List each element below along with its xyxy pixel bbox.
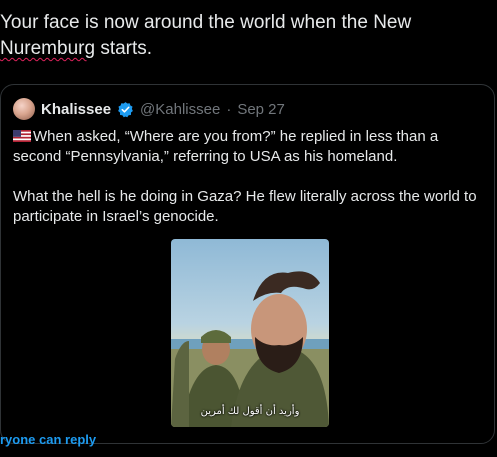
video-thumbnail[interactable]: وأريد أن أقول لك أمرين: [171, 239, 329, 427]
quoted-post-text: When asked, “Where are you from?” he rep…: [13, 127, 483, 227]
author-name[interactable]: Khalissee: [41, 101, 111, 118]
compose-line-2-rest: starts.: [95, 38, 153, 59]
quoted-post-card[interactable]: Khalissee @Kahlissee · Sep 27 When asked…: [0, 84, 495, 444]
misspelled-word[interactable]: Nuremburg: [0, 38, 95, 59]
us-flag-icon: [13, 130, 31, 142]
quoted-post-header: Khalissee @Kahlissee · Sep 27: [13, 97, 285, 121]
post-date[interactable]: Sep 27: [237, 101, 285, 118]
compose-line-1: Your face is now around the world when t…: [0, 12, 412, 33]
author-handle[interactable]: @Kahlissee: [140, 101, 220, 118]
avatar[interactable]: [13, 98, 35, 120]
quoted-paragraph-1: When asked, “Where are you from?” he rep…: [13, 127, 483, 167]
video-caption: وأريد أن أقول لك أمرين: [200, 406, 300, 417]
reply-permission-link[interactable]: ryone can reply: [0, 432, 96, 447]
quoted-paragraph-1-text: When asked, “Where are you from?” he rep…: [13, 128, 439, 165]
verified-badge-icon: [118, 101, 133, 117]
compose-text[interactable]: Your face is now around the world when t…: [0, 10, 480, 62]
separator-dot: ·: [226, 100, 232, 118]
video-frame-illustration: [171, 271, 329, 427]
quoted-paragraph-2: What the hell is he doing in Gaza? He fl…: [13, 188, 477, 225]
